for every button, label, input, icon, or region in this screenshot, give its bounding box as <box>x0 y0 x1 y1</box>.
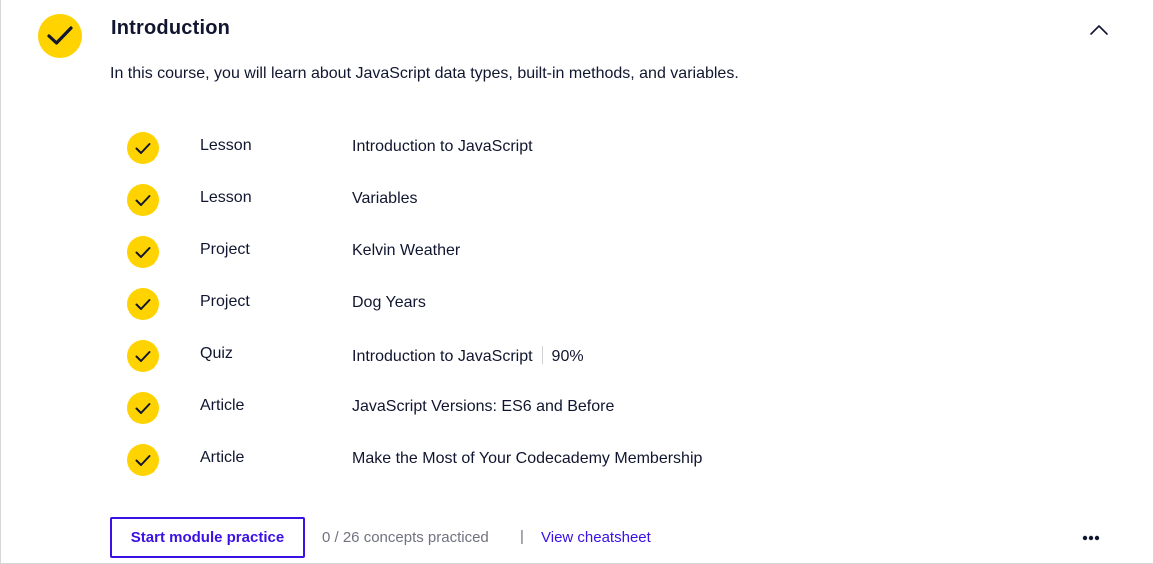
item-type: Article <box>200 449 245 466</box>
item-title: Variables <box>352 190 418 207</box>
item-complete-check-icon <box>127 236 159 268</box>
item-type: Lesson <box>200 189 252 206</box>
module-footer: Start module practice 0 / 26 concepts pr… <box>110 517 1110 558</box>
module-complete-check-icon <box>38 14 82 58</box>
item-title: Introduction to JavaScript <box>352 138 533 155</box>
item-complete-check-icon <box>127 288 159 320</box>
item-type: Project <box>200 241 250 258</box>
item-title: Kelvin Weather <box>352 242 461 259</box>
view-cheatsheet-link[interactable]: View cheatsheet <box>541 529 651 546</box>
item-type: Lesson <box>200 137 252 154</box>
item-type: Article <box>200 397 245 414</box>
module-title: Introduction <box>111 17 231 39</box>
module-description: In this course, you will learn about Jav… <box>110 65 739 82</box>
item-complete-check-icon <box>127 184 159 216</box>
item-title: Make the Most of Your Codecademy Members… <box>352 450 703 467</box>
item-title-with-score: Introduction to JavaScript 90% <box>352 346 584 366</box>
item-type: Project <box>200 293 250 310</box>
start-module-practice-button[interactable]: Start module practice <box>110 517 305 558</box>
module-item-project-kelvin[interactable]: Project Kelvin Weather <box>127 234 827 286</box>
item-title: JavaScript Versions: ES6 and Before <box>352 398 615 415</box>
module-item-lesson-variables[interactable]: Lesson Variables <box>127 182 827 234</box>
module-item-list: Lesson Introduction to JavaScript Lesson… <box>127 130 827 494</box>
module-item-article-versions[interactable]: Article JavaScript Versions: ES6 and Bef… <box>127 390 827 442</box>
more-options-icon[interactable] <box>1076 527 1106 549</box>
score-divider <box>541 346 543 364</box>
collapse-chevron-up-icon[interactable] <box>1087 20 1111 40</box>
item-complete-check-icon <box>127 132 159 164</box>
module-item-quiz-intro[interactable]: Quiz Introduction to JavaScript 90% <box>127 338 827 390</box>
item-title: Introduction to JavaScript <box>352 348 533 365</box>
item-complete-check-icon <box>127 392 159 424</box>
footer-separator: | <box>520 528 524 545</box>
item-title: Dog Years <box>352 294 426 311</box>
module-item-project-dog-years[interactable]: Project Dog Years <box>127 286 827 338</box>
concepts-practiced-count: 0 / 26 concepts practiced <box>322 529 489 546</box>
module-card: Introduction In this course, you will le… <box>0 0 1154 564</box>
module-item-lesson-intro[interactable]: Lesson Introduction to JavaScript <box>127 130 827 182</box>
quiz-score: 90% <box>551 348 584 365</box>
item-complete-check-icon <box>127 444 159 476</box>
item-type: Quiz <box>200 345 233 362</box>
item-complete-check-icon <box>127 340 159 372</box>
module-item-article-membership[interactable]: Article Make the Most of Your Codecademy… <box>127 442 827 494</box>
